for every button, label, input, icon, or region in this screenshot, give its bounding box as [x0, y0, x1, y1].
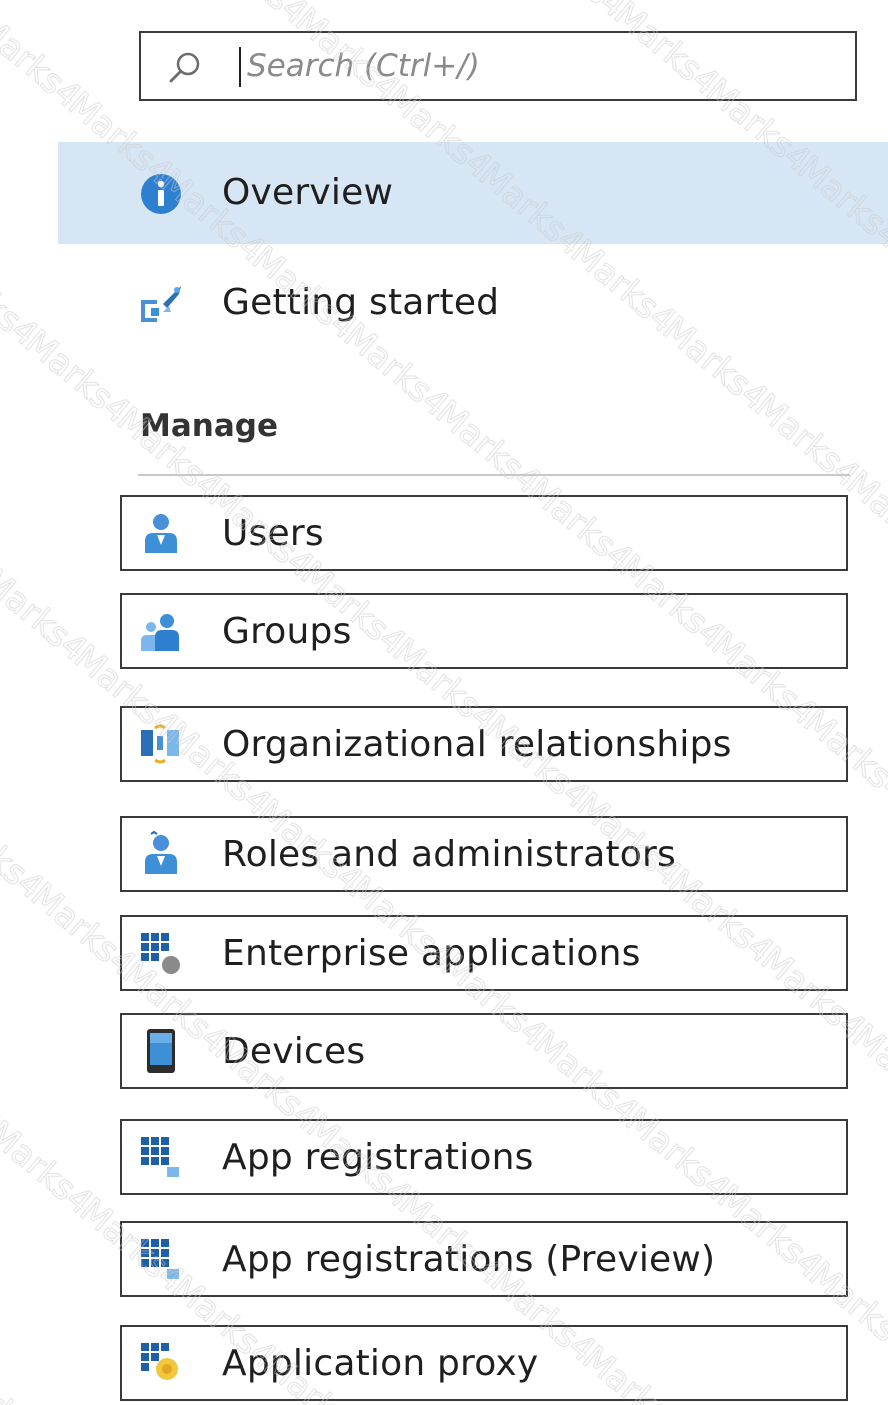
app-registrations-icon	[141, 1137, 179, 1177]
enterprise-apps-icon	[141, 933, 180, 974]
nav-item-label: Devices	[222, 1031, 366, 1072]
user-icon	[145, 514, 177, 553]
nav-item-label: Organizational relationships	[222, 724, 732, 765]
divider	[138, 474, 850, 476]
nav-item-label: Enterprise applications	[222, 933, 641, 974]
nav-item-label: Users	[222, 513, 324, 554]
nav-item-label: App registrations (Preview)	[222, 1239, 716, 1280]
azure-ad-sidebar: Overview Getting started Manage Users	[0, 0, 888, 1405]
nav-item-app-registrations[interactable]: App registrations	[120, 1119, 848, 1195]
nav-item-roles-and-administrators[interactable]: Roles and administrators	[120, 816, 848, 892]
nav-item-label: Application proxy	[222, 1343, 539, 1384]
app-registrations-preview-icon	[141, 1239, 179, 1279]
nav-item-groups[interactable]: Groups	[120, 593, 848, 669]
nav-item-users[interactable]: Users	[120, 495, 848, 571]
nav-item-devices[interactable]: Devices	[120, 1013, 848, 1089]
roles-icon	[145, 830, 177, 874]
info-icon	[141, 174, 181, 214]
nav-item-label: Overview	[222, 172, 394, 213]
nav-item-application-proxy[interactable]: Application proxy	[120, 1325, 848, 1401]
nav-item-label: Groups	[222, 611, 352, 652]
nav-item-overview[interactable]: Overview	[58, 142, 888, 244]
section-heading-manage: Manage	[140, 408, 278, 444]
nav-item-label: Roles and administrators	[222, 834, 676, 875]
text-cursor	[239, 47, 241, 87]
device-icon	[147, 1029, 175, 1073]
app-proxy-icon	[141, 1343, 178, 1380]
group-icon	[141, 614, 179, 651]
search-input[interactable]	[243, 43, 811, 89]
nav-item-organizational-relationships[interactable]: Organizational relationships	[120, 706, 848, 782]
nav-item-app-registrations-preview[interactable]: App registrations (Preview)	[120, 1221, 848, 1297]
search-box[interactable]	[139, 31, 857, 101]
search-icon	[169, 52, 200, 83]
nav-item-label: Getting started	[222, 282, 500, 323]
rocket-icon	[141, 286, 181, 322]
nav-item-enterprise-applications[interactable]: Enterprise applications	[120, 915, 848, 991]
nav-item-label: App registrations	[222, 1137, 534, 1178]
org-relationships-icon	[141, 724, 179, 764]
nav-item-getting-started[interactable]: Getting started	[0, 272, 888, 342]
